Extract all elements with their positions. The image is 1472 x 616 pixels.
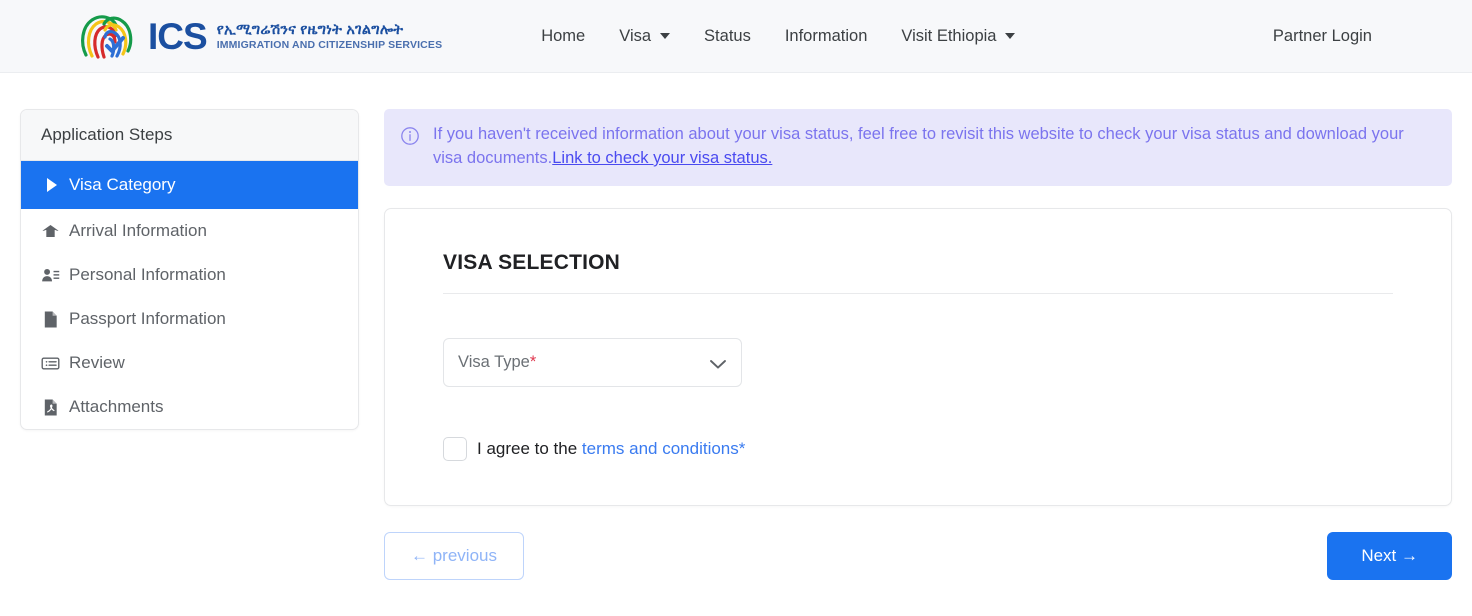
visa-type-select[interactable]: Visa Type* [443, 337, 742, 387]
sidebar-item-arrival-information[interactable]: Arrival Information [21, 209, 358, 253]
main-content: If you haven't received information abou… [384, 109, 1452, 580]
terms-and-conditions-link[interactable]: terms and conditions* [582, 439, 746, 458]
brand-ics-text: ICS [148, 15, 208, 57]
nav-item-label: Home [541, 26, 586, 45]
previous-button[interactable]: ← previous [384, 531, 524, 580]
terms-link-text: terms and conditions [581, 438, 739, 458]
sidebar-item-label: Review [69, 353, 125, 372]
agree-prefix-text: I agree to the [477, 438, 582, 458]
triangle-right-icon [41, 176, 60, 195]
sidebar-item-label: Visa Category [69, 175, 176, 194]
info-circle-icon [400, 126, 420, 146]
chevron-down-icon [1005, 33, 1016, 39]
sidebar-title: Application Steps [21, 110, 358, 161]
nav-item-label: Visa [619, 26, 652, 45]
nav-item-label: Information [784, 26, 868, 45]
chevron-down-icon [709, 357, 726, 369]
nav-item-status[interactable]: Status [687, 19, 768, 54]
visa-selection-card: VISA SELECTION Visa Type* I agree to the… [384, 207, 1452, 506]
required-marker: * [529, 352, 537, 371]
brand-logo[interactable]: ICS የኢሚግሬሽንና የዜግነት አገልግሎት IMMIGRATION AN… [76, 11, 442, 61]
nav-item-home[interactable]: Home [524, 19, 602, 54]
sidebar-item-label: Arrival Information [69, 221, 207, 240]
sidebar-item-label: Personal Information [69, 265, 226, 284]
sidebar-item-label: Passport Information [69, 309, 226, 328]
visa-type-label-text: Visa Type [458, 352, 530, 371]
visa-status-alert: If you haven't received information abou… [384, 109, 1452, 186]
id-card-icon [41, 354, 60, 373]
next-button[interactable]: Next → [1327, 531, 1452, 580]
fingerprint-logo-icon [76, 11, 138, 61]
document-icon [41, 310, 60, 329]
sidebar-item-personal-information[interactable]: Personal Information [21, 253, 358, 297]
nav-item-label: Status [704, 26, 751, 45]
sidebar-item-visa-category[interactable]: Visa Category [21, 161, 358, 209]
partner-login-link[interactable]: Partner Login [1273, 27, 1372, 46]
nav-item-visa[interactable]: Visa [602, 19, 687, 54]
sidebar-item-attachments[interactable]: Attachments [21, 385, 358, 429]
step-list: Visa Category Arrival Information Person… [21, 161, 358, 429]
section-divider [443, 292, 1393, 294]
brand-amharic-text: የኢሚግሬሽንና የዜግነት አገልግሎት [216, 22, 404, 39]
brand-english-text: IMMIGRATION AND CITIZENSHIP SERVICES [216, 39, 443, 52]
nav-item-label: Visit Ethiopia [901, 26, 997, 45]
visa-type-label: Visa Type* [458, 353, 536, 372]
pdf-file-icon [41, 398, 60, 417]
sidebar-item-passport-information[interactable]: Passport Information [21, 297, 358, 341]
terms-checkbox[interactable] [443, 436, 467, 461]
page-body: Application Steps Visa Category Arrival … [0, 73, 1472, 580]
form-navigation-buttons: ← previous Next → [384, 531, 1452, 580]
sidebar-item-label: Attachments [69, 397, 164, 416]
visa-status-check-link[interactable]: Link to check your visa status. [552, 149, 772, 167]
chevron-down-icon [660, 33, 671, 39]
person-details-icon [41, 266, 60, 285]
alert-message: If you haven't received information abou… [433, 123, 1434, 171]
required-marker: * [738, 438, 746, 458]
terms-agreement-label: I agree to the terms and conditions* [477, 439, 745, 459]
terms-agreement-row: I agree to the terms and conditions* [443, 436, 1393, 461]
home-icon [41, 222, 60, 241]
page-title: VISA SELECTION [443, 250, 621, 274]
main-navigation: Home Visa Status Information Visit Ethio… [524, 19, 1032, 54]
sidebar-item-review[interactable]: Review [21, 341, 358, 385]
nav-item-visit-ethiopia[interactable]: Visit Ethiopia [884, 19, 1032, 54]
nav-item-information[interactable]: Information [768, 19, 885, 54]
application-steps-sidebar: Application Steps Visa Category Arrival … [20, 109, 359, 430]
site-header: ICS የኢሚግሬሽንና የዜግነት አገልግሎት IMMIGRATION AN… [0, 0, 1472, 73]
